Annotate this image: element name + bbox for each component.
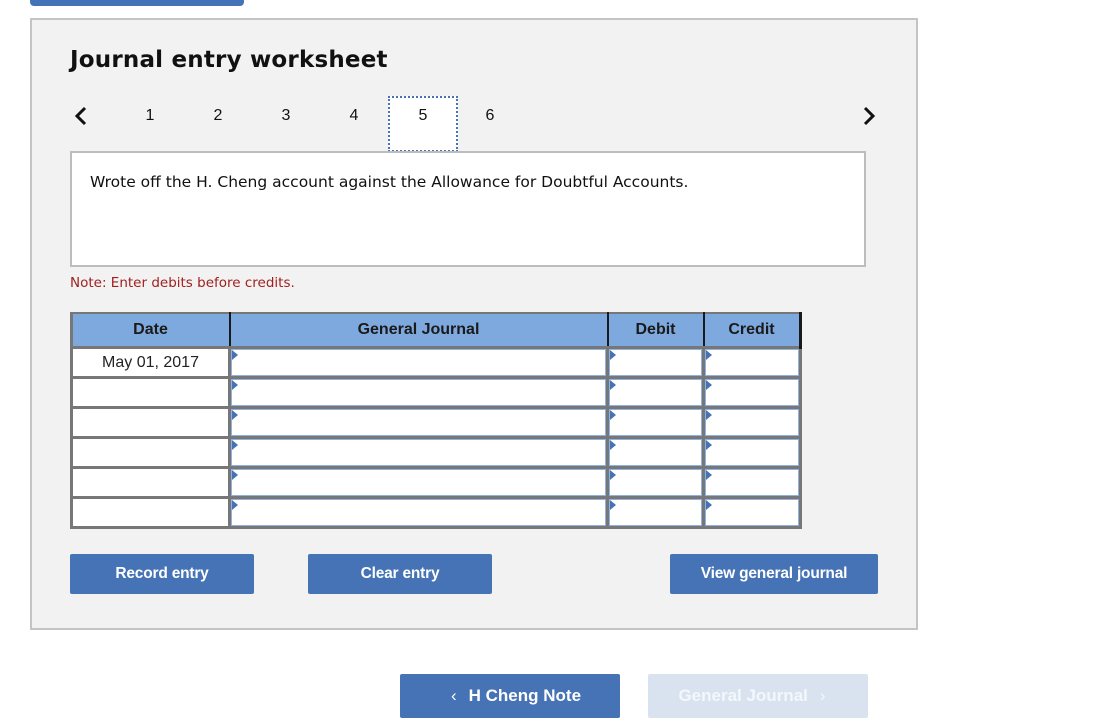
dropdown-indicator-icon <box>232 380 238 390</box>
chevron-right-icon <box>863 106 876 126</box>
worksheet-title: Journal entry worksheet <box>70 47 388 73</box>
debit-input-cell <box>606 346 705 379</box>
debit-input[interactable] <box>609 349 702 376</box>
credit-input-cell <box>702 436 802 469</box>
chevron-left-icon: ‹ <box>450 686 457 705</box>
page-3[interactable]: 3 <box>254 98 318 134</box>
debit-input[interactable] <box>609 499 702 526</box>
account-input-cell <box>228 406 609 439</box>
account-input[interactable] <box>231 439 606 466</box>
debit-input[interactable] <box>609 469 702 496</box>
dropdown-indicator-icon <box>706 350 712 360</box>
transaction-description: Wrote off the H. Cheng account against t… <box>90 173 689 191</box>
debit-input[interactable] <box>609 379 702 406</box>
debit-input-cell <box>606 466 705 499</box>
prev-section-label: H Cheng Note <box>468 686 582 705</box>
account-input[interactable] <box>231 499 606 526</box>
chevron-left-icon <box>74 106 87 126</box>
dropdown-indicator-icon <box>706 500 712 510</box>
top-partial-button[interactable] <box>30 0 244 6</box>
table-row <box>70 466 802 499</box>
prev-section-button[interactable]: ‹ H Cheng Note <box>400 674 620 718</box>
credit-input[interactable] <box>705 439 799 466</box>
credit-input[interactable] <box>705 469 799 496</box>
debit-input-cell <box>606 406 705 439</box>
credit-input-cell <box>702 496 802 529</box>
journal-worksheet-panel: Journal entry worksheet 1 2 3 4 5 6 Wrot… <box>30 18 918 630</box>
credit-input-cell <box>702 346 802 379</box>
dropdown-indicator-icon <box>706 410 712 420</box>
table-row <box>70 496 802 529</box>
credit-input-cell <box>702 376 802 409</box>
dropdown-indicator-icon <box>610 500 616 510</box>
dropdown-indicator-icon <box>232 440 238 450</box>
page-4[interactable]: 4 <box>322 98 386 134</box>
account-input-cell <box>228 466 609 499</box>
date-cell[interactable] <box>70 406 231 439</box>
account-input[interactable] <box>231 379 606 406</box>
dropdown-indicator-icon <box>610 470 616 480</box>
dropdown-indicator-icon <box>232 410 238 420</box>
clear-entry-button[interactable]: Clear entry <box>308 554 492 594</box>
dropdown-indicator-icon <box>706 440 712 450</box>
debit-input[interactable] <box>609 409 702 436</box>
table-header-row: Date General Journal Debit Credit <box>70 312 802 349</box>
account-input[interactable] <box>231 409 606 436</box>
table-row <box>70 376 802 409</box>
page-6[interactable]: 6 <box>458 98 522 134</box>
credit-input[interactable] <box>705 499 799 526</box>
pager-prev-button[interactable] <box>70 102 94 130</box>
credit-input[interactable] <box>705 379 799 406</box>
credit-input-cell <box>702 466 802 499</box>
dropdown-indicator-icon <box>610 440 616 450</box>
account-input-cell <box>228 436 609 469</box>
next-section-button[interactable]: General Journal › <box>648 674 868 718</box>
record-entry-button[interactable]: Record entry <box>70 554 254 594</box>
account-input-cell <box>228 376 609 409</box>
table-row: May 01, 2017 <box>70 346 802 379</box>
dropdown-indicator-icon <box>706 380 712 390</box>
chevron-right-icon: › <box>819 686 826 705</box>
page-5-active[interactable]: 5 <box>388 96 458 152</box>
account-input[interactable] <box>231 349 606 376</box>
view-general-journal-button[interactable]: View general journal <box>670 554 878 594</box>
pager-next-button[interactable] <box>856 102 880 130</box>
transaction-description-box: Wrote off the H. Cheng account against t… <box>70 151 866 267</box>
date-cell[interactable] <box>70 496 231 529</box>
date-cell[interactable]: May 01, 2017 <box>70 346 231 379</box>
header-debit: Debit <box>606 312 705 349</box>
credit-input-cell <box>702 406 802 439</box>
account-input[interactable] <box>231 469 606 496</box>
date-cell[interactable] <box>70 436 231 469</box>
dropdown-indicator-icon <box>232 350 238 360</box>
journal-entry-table: Date General Journal Debit Credit May 01… <box>70 312 802 529</box>
dropdown-indicator-icon <box>610 410 616 420</box>
debit-input-cell <box>606 436 705 469</box>
dropdown-indicator-icon <box>610 350 616 360</box>
debits-credits-note: Note: Enter debits before credits. <box>70 275 295 291</box>
page-2[interactable]: 2 <box>186 98 250 134</box>
header-credit: Credit <box>702 312 802 349</box>
dropdown-indicator-icon <box>706 470 712 480</box>
page-1[interactable]: 1 <box>118 98 182 134</box>
table-row <box>70 406 802 439</box>
dropdown-indicator-icon <box>232 470 238 480</box>
next-section-label: General Journal <box>678 686 808 705</box>
date-cell[interactable] <box>70 376 231 409</box>
credit-input[interactable] <box>705 349 799 376</box>
dropdown-indicator-icon <box>232 500 238 510</box>
dropdown-indicator-icon <box>610 380 616 390</box>
account-input-cell <box>228 346 609 379</box>
credit-input[interactable] <box>705 409 799 436</box>
debit-input[interactable] <box>609 439 702 466</box>
table-row <box>70 436 802 469</box>
account-input-cell <box>228 496 609 529</box>
header-general-journal: General Journal <box>228 312 609 349</box>
debit-input-cell <box>606 496 705 529</box>
debit-input-cell <box>606 376 705 409</box>
date-cell[interactable] <box>70 466 231 499</box>
header-date: Date <box>70 312 231 349</box>
